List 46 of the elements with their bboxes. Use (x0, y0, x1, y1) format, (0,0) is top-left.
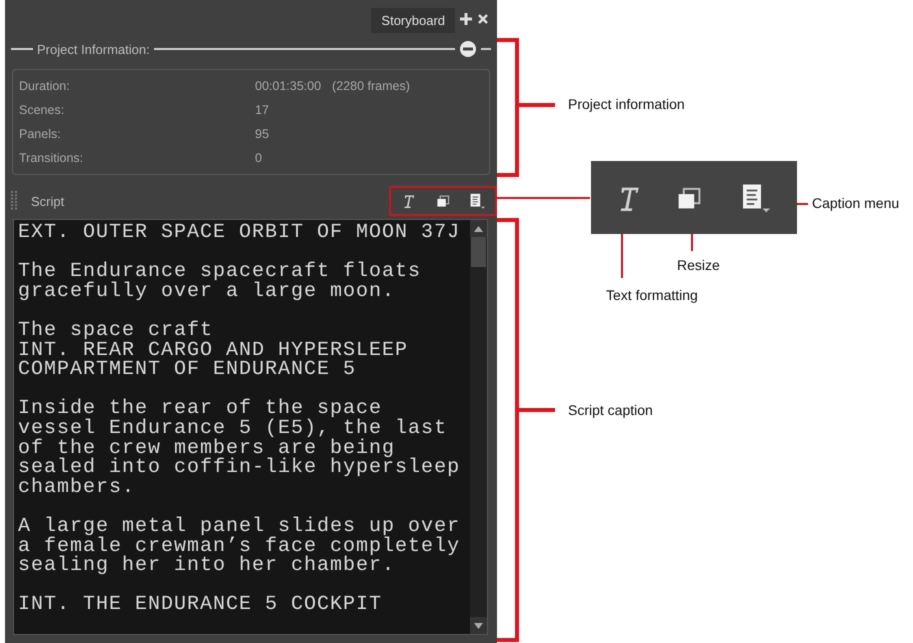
info-value: 95 (255, 127, 269, 141)
info-value: 17 (255, 103, 269, 117)
callout-label: Project information (568, 96, 685, 112)
info-value: 0 (255, 151, 262, 165)
script-text-area[interactable] (13, 219, 488, 635)
plus-icon[interactable] (459, 12, 473, 26)
script-line: a female crewman’s face completely (18, 536, 462, 556)
document-menu-icon (740, 182, 770, 212)
down-arrow-icon[interactable] (474, 622, 483, 628)
callout-label: Script caption (568, 402, 653, 418)
drag-handle-icon[interactable] (11, 191, 19, 211)
scroll-thumb[interactable] (471, 237, 486, 267)
info-label: Panels: (19, 127, 62, 141)
info-value: 00:01:35:00 (255, 79, 322, 93)
italic-t-icon (618, 184, 639, 210)
script-line: Inside the rear of the space (18, 399, 384, 419)
callout-label: Caption menu (812, 195, 900, 211)
script-line: chambers. (18, 478, 136, 498)
callout-label: Text formatting (606, 287, 698, 303)
italic-t-icon (403, 194, 415, 208)
script-line: vessel Endurance 5 (E5), the last (18, 418, 448, 439)
script-line: gracefully over a large moon. (18, 282, 396, 302)
info-label: Transitions: (19, 151, 84, 165)
script-line: The space craft (18, 320, 214, 341)
scrollbar[interactable] (470, 220, 487, 634)
script-line: A large metal panel slides up over (18, 516, 462, 536)
script-line: sealed into coffin-like hypersleep (18, 458, 462, 478)
script-line: EXT. OUTER SPACE ORBIT OF MOON 37J (18, 223, 462, 243)
info-extra: (2280 frames) (332, 79, 410, 93)
up-arrow-icon[interactable] (474, 226, 483, 232)
panel-tab[interactable]: Storyboard (371, 8, 455, 32)
document-menu-icon (469, 193, 485, 209)
overlapping-windows-icon (436, 194, 450, 208)
script-title: Script (31, 194, 66, 208)
script-line: COMPARTMENT OF ENDURANCE 5 (18, 360, 358, 380)
callout-label: Resize (677, 257, 720, 273)
script-line: sealing her into her chamber. (18, 556, 396, 576)
section-title: Project Information: (37, 42, 150, 56)
script-line: INT. THE ENDURANCE 5 COCKPIT (18, 595, 384, 615)
collapse-icon[interactable] (459, 40, 477, 58)
info-label: Scenes: (19, 103, 66, 117)
close-icon[interactable] (477, 13, 489, 25)
info-label: Duration: (19, 79, 71, 93)
script-line: of the crew members are being (18, 438, 396, 458)
script-line: INT. REAR CARGO AND HYPERSLEEP (18, 340, 410, 360)
script-line: The Endurance spacecraft floats (18, 262, 422, 282)
